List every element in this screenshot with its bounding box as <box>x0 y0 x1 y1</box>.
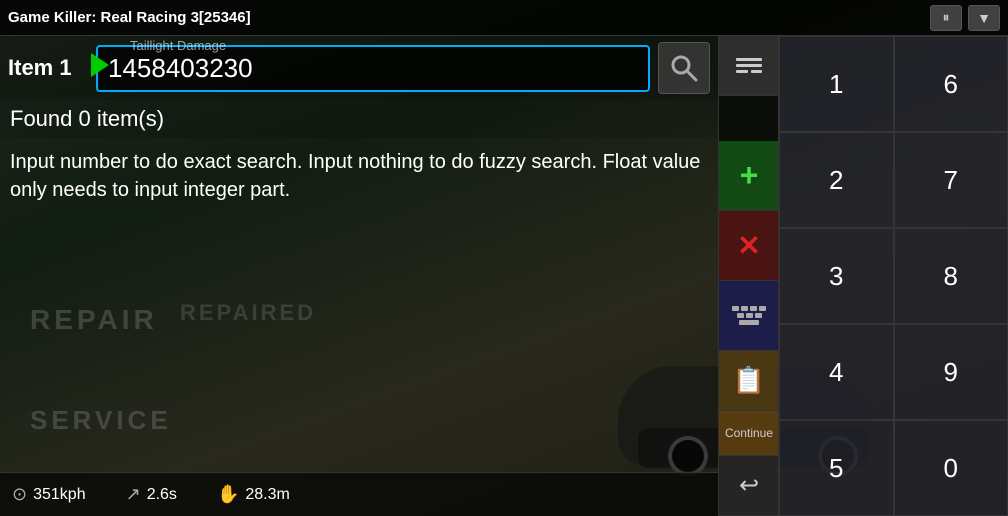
num-1-button[interactable]: 1 <box>779 36 894 132</box>
app-title: Game Killer: Real Racing 3[25346] <box>8 9 251 26</box>
keyboard-icon <box>732 306 766 325</box>
continue-label: Continue <box>725 426 773 440</box>
distance-value: 28.3m <box>245 486 289 504</box>
bottom-bar: ⊙ 351kph ↗ 2.6s ✋ 28.3m <box>0 472 718 516</box>
title-bar: Game Killer: Real Racing 3[25346] ⏸ ▼ <box>0 0 1008 36</box>
delete-icon: ✕ <box>737 229 760 262</box>
num-8-button[interactable]: 8 <box>894 228 1008 324</box>
dropdown-icon: ▼ <box>977 10 991 26</box>
main-overlay: Game Killer: Real Racing 3[25346] ⏸ ▼ Ta… <box>0 0 1008 516</box>
file-icon: 📋 <box>733 365 765 396</box>
speed-value: 351kph <box>33 486 86 504</box>
continue-button[interactable]: Continue <box>719 411 779 457</box>
search-row: Item 1 <box>0 36 718 100</box>
left-panel: Taillight Damage Item 1 Found 0 item(s) <box>0 36 718 516</box>
delete-button[interactable]: ✕ <box>719 211 779 281</box>
num-7-button[interactable]: 7 <box>894 132 1008 228</box>
numpad: 1 6 2 7 3 8 4 9 5 0 <box>778 36 1008 516</box>
file-button[interactable]: 📋 <box>719 351 779 411</box>
main-content: Taillight Damage Item 1 Found 0 item(s) <box>0 36 1008 516</box>
distance-icon: ✋ <box>217 484 239 505</box>
list-icon <box>736 58 762 73</box>
speed-icon: ⊙ <box>12 484 27 505</box>
dropdown-button[interactable]: ▼ <box>968 5 1000 31</box>
add-icon: + <box>740 157 759 194</box>
action-column: + ✕ <box>718 36 778 516</box>
item-label: Item 1 <box>8 55 88 81</box>
back-icon: ↩ <box>739 471 759 500</box>
num-0-button[interactable]: 0 <box>894 420 1008 516</box>
search-button[interactable] <box>658 42 710 94</box>
pause-button[interactable]: ⏸ <box>930 5 962 31</box>
keyboard-button[interactable] <box>719 281 779 351</box>
num-2-button[interactable]: 2 <box>779 132 894 228</box>
speed-stat: ⊙ 351kph <box>12 484 86 505</box>
num-9-button[interactable]: 9 <box>894 324 1008 420</box>
add-button[interactable]: + <box>719 141 779 211</box>
indicator-arrow <box>91 53 109 77</box>
time-stat: ↗ 2.6s <box>126 484 177 505</box>
time-icon: ↗ <box>126 484 141 505</box>
search-icon <box>668 52 700 84</box>
hint-text: Input number to do exact search. Input n… <box>0 138 718 472</box>
back-button[interactable]: ↩ <box>719 456 779 516</box>
right-sidebar: + ✕ <box>718 36 1008 516</box>
taillight-label: Taillight Damage <box>130 38 226 53</box>
pause-icon: ⏸ <box>943 9 950 26</box>
num-4-button[interactable]: 4 <box>779 324 894 420</box>
time-value: 2.6s <box>147 486 177 504</box>
sidebar-spacer-1 <box>719 96 778 141</box>
title-controls: ⏸ ▼ <box>930 5 1000 31</box>
num-6-button[interactable]: 6 <box>894 36 1008 132</box>
distance-stat: ✋ 28.3m <box>217 484 290 505</box>
list-view-button[interactable] <box>719 36 779 96</box>
result-text: Found 0 item(s) <box>0 100 718 138</box>
num-5-button[interactable]: 5 <box>779 420 894 516</box>
num-3-button[interactable]: 3 <box>779 228 894 324</box>
